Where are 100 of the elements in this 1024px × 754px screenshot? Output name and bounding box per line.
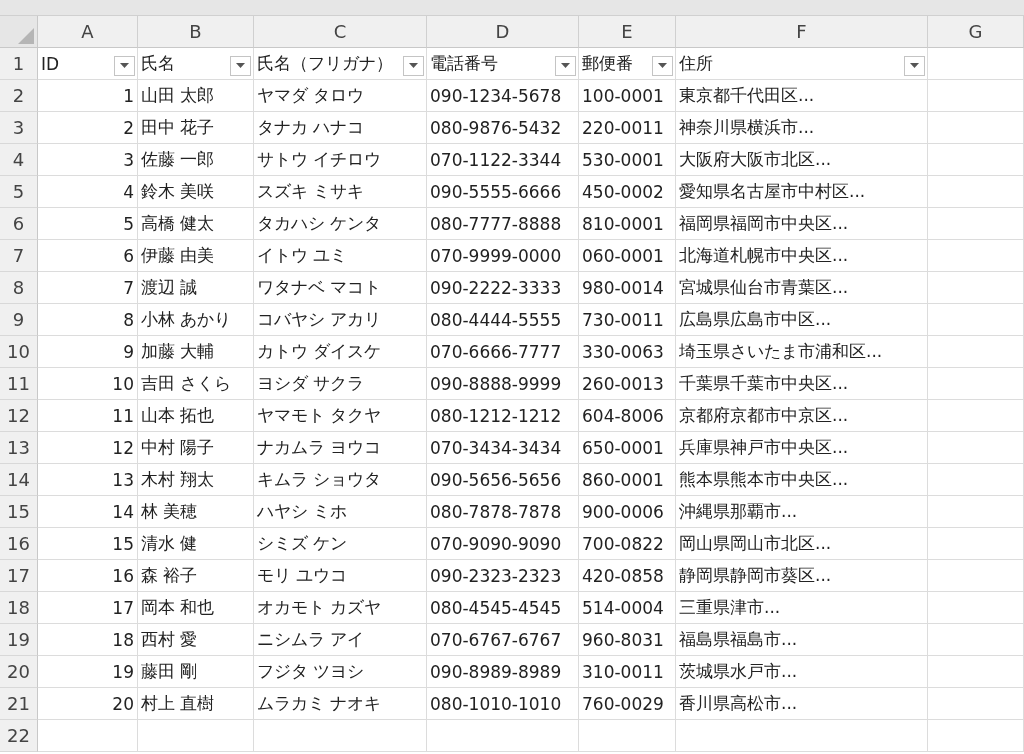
row-header[interactable]: 14	[0, 464, 38, 496]
empty-cell[interactable]	[928, 368, 1024, 400]
row-header[interactable]: 6	[0, 208, 38, 240]
empty-cell[interactable]	[928, 432, 1024, 464]
table-cell: 中村 陽子	[141, 436, 215, 459]
empty-cell[interactable]	[928, 464, 1024, 496]
empty-cell[interactable]	[928, 48, 1024, 80]
empty-cell[interactable]	[427, 720, 579, 752]
table-cell: 080-4444-5555	[430, 309, 562, 330]
corner-triangle-icon	[18, 28, 34, 44]
column-header[interactable]: E	[579, 16, 676, 48]
row-header[interactable]: 21	[0, 688, 38, 720]
table-cell: スズキ ミサキ	[257, 180, 365, 203]
filter-button[interactable]	[652, 55, 673, 76]
filter-button[interactable]	[403, 55, 424, 76]
column-header[interactable]: A	[38, 16, 138, 48]
table-cell: 茨城県水戸市...	[679, 660, 798, 683]
table-cell: 514-0004	[582, 597, 664, 618]
filter-button[interactable]	[555, 55, 576, 76]
table-cell: 千葉県千葉市中央区...	[679, 372, 849, 395]
header-label: 氏名（フリガナ）	[257, 52, 393, 75]
row-header[interactable]: 11	[0, 368, 38, 400]
empty-cell[interactable]	[928, 400, 1024, 432]
select-all-corner[interactable]	[0, 16, 38, 48]
row-header[interactable]: 4	[0, 144, 38, 176]
empty-cell[interactable]	[579, 720, 676, 752]
empty-cell[interactable]	[928, 496, 1024, 528]
table-cell: 15	[112, 533, 134, 554]
table-cell: 3	[123, 149, 134, 170]
empty-cell[interactable]	[928, 528, 1024, 560]
row-header[interactable]: 17	[0, 560, 38, 592]
table-cell: 大阪府大阪市北区...	[679, 148, 832, 171]
empty-cell[interactable]	[928, 656, 1024, 688]
column-header[interactable]: G	[928, 16, 1024, 48]
row-header[interactable]: 8	[0, 272, 38, 304]
table-cell: 090-2222-3333	[430, 277, 562, 298]
caret-icon	[658, 63, 667, 68]
row-header[interactable]: 20	[0, 656, 38, 688]
row-header[interactable]: 9	[0, 304, 38, 336]
empty-cell[interactable]	[928, 80, 1024, 112]
row-header[interactable]: 12	[0, 400, 38, 432]
empty-cell[interactable]	[928, 688, 1024, 720]
table-cell: 京都府京都市中京区...	[679, 404, 849, 427]
table-cell: 11	[112, 405, 134, 426]
filter-button[interactable]	[904, 55, 925, 76]
caret-icon	[120, 63, 129, 68]
empty-cell[interactable]	[928, 208, 1024, 240]
column-header[interactable]: C	[254, 16, 427, 48]
caret-icon	[561, 63, 570, 68]
column-header[interactable]: F	[676, 16, 928, 48]
table-cell: 福岡県福岡市中央区...	[679, 212, 849, 235]
row-header[interactable]: 1	[0, 48, 38, 80]
table-cell: タカハシ ケンタ	[257, 212, 382, 235]
empty-cell[interactable]	[928, 592, 1024, 624]
empty-cell[interactable]	[928, 272, 1024, 304]
empty-cell[interactable]	[928, 176, 1024, 208]
row-header[interactable]: 16	[0, 528, 38, 560]
empty-cell[interactable]	[138, 720, 254, 752]
row-header[interactable]: 5	[0, 176, 38, 208]
empty-cell[interactable]	[928, 112, 1024, 144]
filter-button[interactable]	[230, 55, 251, 76]
empty-cell[interactable]	[928, 144, 1024, 176]
row-header[interactable]: 18	[0, 592, 38, 624]
empty-cell[interactable]	[928, 336, 1024, 368]
row-header[interactable]: 22	[0, 720, 38, 752]
empty-cell[interactable]	[928, 624, 1024, 656]
empty-cell[interactable]	[928, 240, 1024, 272]
empty-cell[interactable]	[676, 720, 928, 752]
table-cell: 20	[112, 693, 134, 714]
table-cell: 070-9090-9090	[430, 533, 562, 554]
row-header[interactable]: 19	[0, 624, 38, 656]
table-cell: 山田 太郎	[141, 84, 215, 107]
row-header[interactable]: 15	[0, 496, 38, 528]
empty-cell[interactable]	[928, 560, 1024, 592]
table-cell: 1	[123, 85, 134, 106]
caret-icon	[409, 63, 418, 68]
empty-cell[interactable]	[928, 720, 1024, 752]
table-cell: 090-1234-5678	[430, 85, 562, 106]
table-cell: 沖縄県那覇市...	[679, 500, 798, 523]
row-header[interactable]: 10	[0, 336, 38, 368]
row-header[interactable]: 2	[0, 80, 38, 112]
empty-cell[interactable]	[928, 304, 1024, 336]
column-header[interactable]: D	[427, 16, 579, 48]
column-header[interactable]: B	[138, 16, 254, 48]
caret-icon	[910, 63, 919, 68]
table-cell: 伊藤 由美	[141, 244, 215, 267]
table-cell: 鈴木 美咲	[141, 180, 215, 203]
table-cell: 19	[112, 661, 134, 682]
table-cell: 4	[123, 181, 134, 202]
empty-cell[interactable]	[254, 720, 427, 752]
row-header[interactable]: 7	[0, 240, 38, 272]
table-cell: 090-8888-9999	[430, 373, 562, 394]
row-header[interactable]: 13	[0, 432, 38, 464]
table-cell: 960-8031	[582, 629, 664, 650]
table-cell: 8	[123, 309, 134, 330]
row-header[interactable]: 3	[0, 112, 38, 144]
table-cell: 260-0013	[582, 373, 664, 394]
filter-button[interactable]	[114, 55, 135, 76]
table-cell: 310-0011	[582, 661, 664, 682]
table-cell: ムラカミ ナオキ	[257, 692, 382, 715]
